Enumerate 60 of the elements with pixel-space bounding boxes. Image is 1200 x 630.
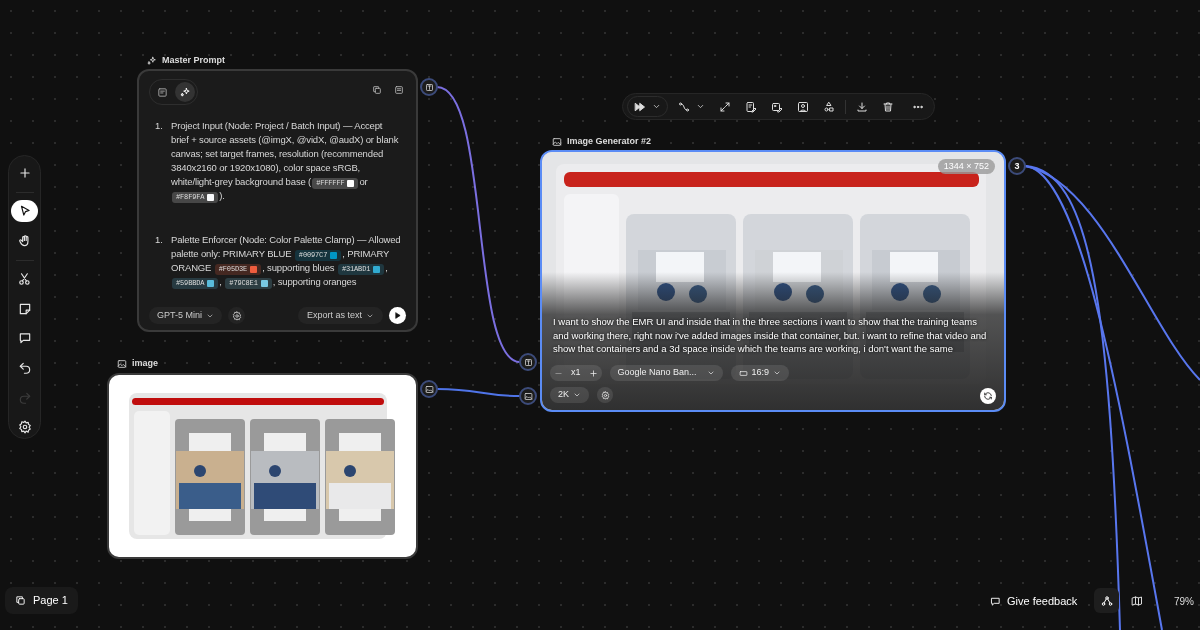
text-icon xyxy=(424,82,434,92)
nodes-icon xyxy=(1100,594,1113,607)
list-number: 1. xyxy=(155,233,164,247)
workflow-button[interactable] xyxy=(1094,588,1119,613)
chevron-icon xyxy=(773,369,782,377)
expand-icon[interactable] xyxy=(719,100,731,113)
chevron-icon xyxy=(573,391,581,399)
panel-icon[interactable] xyxy=(394,85,404,95)
text-icon xyxy=(523,357,533,367)
zoom-level: 79% xyxy=(1174,595,1194,609)
settings-icon xyxy=(231,310,242,321)
refresh-icon xyxy=(983,391,993,401)
settings-button[interactable] xyxy=(597,387,613,403)
plus-icon[interactable] xyxy=(588,368,598,378)
chevron-icon xyxy=(706,369,715,377)
output-count-badge[interactable]: 3 xyxy=(1008,157,1026,175)
curve-icon xyxy=(678,100,690,113)
shapes-icon[interactable] xyxy=(823,100,835,113)
node-port[interactable] xyxy=(519,387,537,405)
edit-document-icon[interactable] xyxy=(745,100,757,113)
node-port[interactable] xyxy=(420,78,438,96)
size-badge: 1344 × 752 xyxy=(937,159,995,174)
ratio-icon xyxy=(738,368,748,378)
count-value: x1 xyxy=(571,366,581,380)
model-dropdown[interactable]: GPT-5 Mini xyxy=(149,307,222,324)
download-icon[interactable] xyxy=(856,100,868,113)
node-port[interactable] xyxy=(420,380,438,398)
settings-icon xyxy=(600,390,610,400)
feedback-button[interactable]: Give feedback xyxy=(990,593,1078,609)
node-title: Master Prompt xyxy=(162,54,225,67)
run-button[interactable] xyxy=(389,307,406,324)
node-title: image xyxy=(132,357,158,370)
chevron-icon xyxy=(652,102,661,111)
prompt-text: I want to show the EMR UI and inside that in the three sections i want to show that the training teams and working there, right now i've added images inside that container, but. i want to refine that video and show that containers and a 3d space inside which the teams are working, i don't want the same xyxy=(553,315,988,356)
pages-icon xyxy=(15,595,26,606)
page-button[interactable]: Page 1 xyxy=(5,587,78,614)
chevron-icon xyxy=(696,102,705,111)
node-port[interactable] xyxy=(519,353,537,371)
quality-dropdown[interactable]: 2K xyxy=(550,387,589,403)
count-stepper[interactable]: x1 xyxy=(550,365,602,381)
trash-icon[interactable] xyxy=(882,100,894,113)
list-number: 1. xyxy=(155,119,164,133)
document-icon xyxy=(156,86,168,98)
mode-tab[interactable] xyxy=(175,82,195,102)
copy-icon[interactable] xyxy=(372,85,382,95)
portrait-icon[interactable] xyxy=(797,100,809,113)
comment-icon xyxy=(990,595,1001,607)
node-title: Image Generator #2 xyxy=(567,135,652,148)
aspect-ratio-dropdown[interactable]: 16:9 xyxy=(730,365,790,381)
fast-forward-icon xyxy=(634,100,646,113)
edit-image-icon[interactable] xyxy=(771,100,783,113)
sparkle-icon xyxy=(179,86,191,98)
model-dropdown[interactable]: Google Nano Ban... xyxy=(609,365,723,381)
export-dropdown[interactable]: Export as text xyxy=(297,307,383,324)
connector-style-button[interactable] xyxy=(678,100,705,113)
play-icon xyxy=(393,311,402,320)
sparkle-icon xyxy=(147,55,157,66)
settings-button[interactable] xyxy=(228,307,245,324)
tool-button[interactable] xyxy=(11,200,38,222)
map-icon xyxy=(1131,594,1143,607)
